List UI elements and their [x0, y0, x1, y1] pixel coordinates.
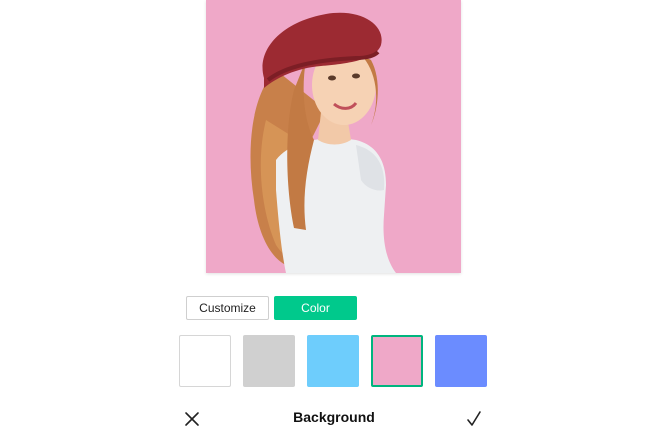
swatch-pink[interactable]	[371, 335, 423, 387]
background-editor: Customize Color Background	[0, 0, 650, 430]
confirm-button[interactable]	[463, 408, 485, 430]
background-mode-toggle: Customize Color	[186, 296, 357, 320]
close-button[interactable]	[181, 408, 203, 430]
swatch-blue[interactable]	[435, 335, 487, 387]
bottom-action-bar: Background	[0, 400, 650, 430]
swatch-gray[interactable]	[243, 335, 295, 387]
photo-preview	[206, 0, 461, 273]
swatch-white[interactable]	[179, 335, 231, 387]
customize-button[interactable]: Customize	[186, 296, 269, 320]
panel-title: Background	[293, 409, 375, 425]
close-icon	[185, 412, 199, 426]
color-button[interactable]: Color	[274, 296, 357, 320]
swatch-light-blue[interactable]	[307, 335, 359, 387]
checkmark-icon	[467, 411, 481, 426]
color-swatch-row	[179, 335, 487, 387]
subject-photo	[206, 0, 461, 273]
